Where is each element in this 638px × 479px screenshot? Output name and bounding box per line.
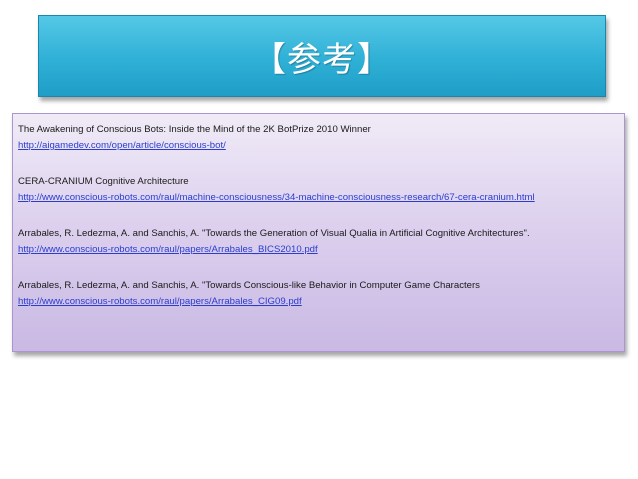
reference-link[interactable]: http://www.conscious-robots.com/raul/pap… (18, 242, 624, 258)
reference-link[interactable]: http://www.conscious-robots.com/raul/pap… (18, 294, 624, 310)
reference-title: Arrabales, R. Ledezma, A. and Sanchis, A… (18, 280, 480, 291)
references-box: The Awakening of Conscious Bots: Inside … (12, 113, 625, 352)
reference-title: Arrabales, R. Ledezma, A. and Sanchis, A… (18, 228, 530, 239)
reference-item: Arrabales, R. Ledezma, A. and Sanchis, A… (18, 278, 624, 310)
reference-item: Arrabales, R. Ledezma, A. and Sanchis, A… (18, 226, 624, 258)
reference-link[interactable]: http://www.conscious-robots.com/raul/mac… (18, 190, 624, 206)
slide: 【参考】 The Awakening of Conscious Bots: In… (0, 0, 638, 479)
reference-item: CERA-CRANIUM Cognitive Architecture http… (18, 174, 624, 206)
reference-title: The Awakening of Conscious Bots: Inside … (18, 124, 371, 135)
reference-item: The Awakening of Conscious Bots: Inside … (18, 122, 624, 154)
title-box: 【参考】 (38, 15, 606, 97)
reference-link[interactable]: http://aigamedev.com/open/article/consci… (18, 138, 624, 154)
reference-title: CERA-CRANIUM Cognitive Architecture (18, 176, 189, 187)
slide-title: 【参考】 (252, 39, 392, 80)
